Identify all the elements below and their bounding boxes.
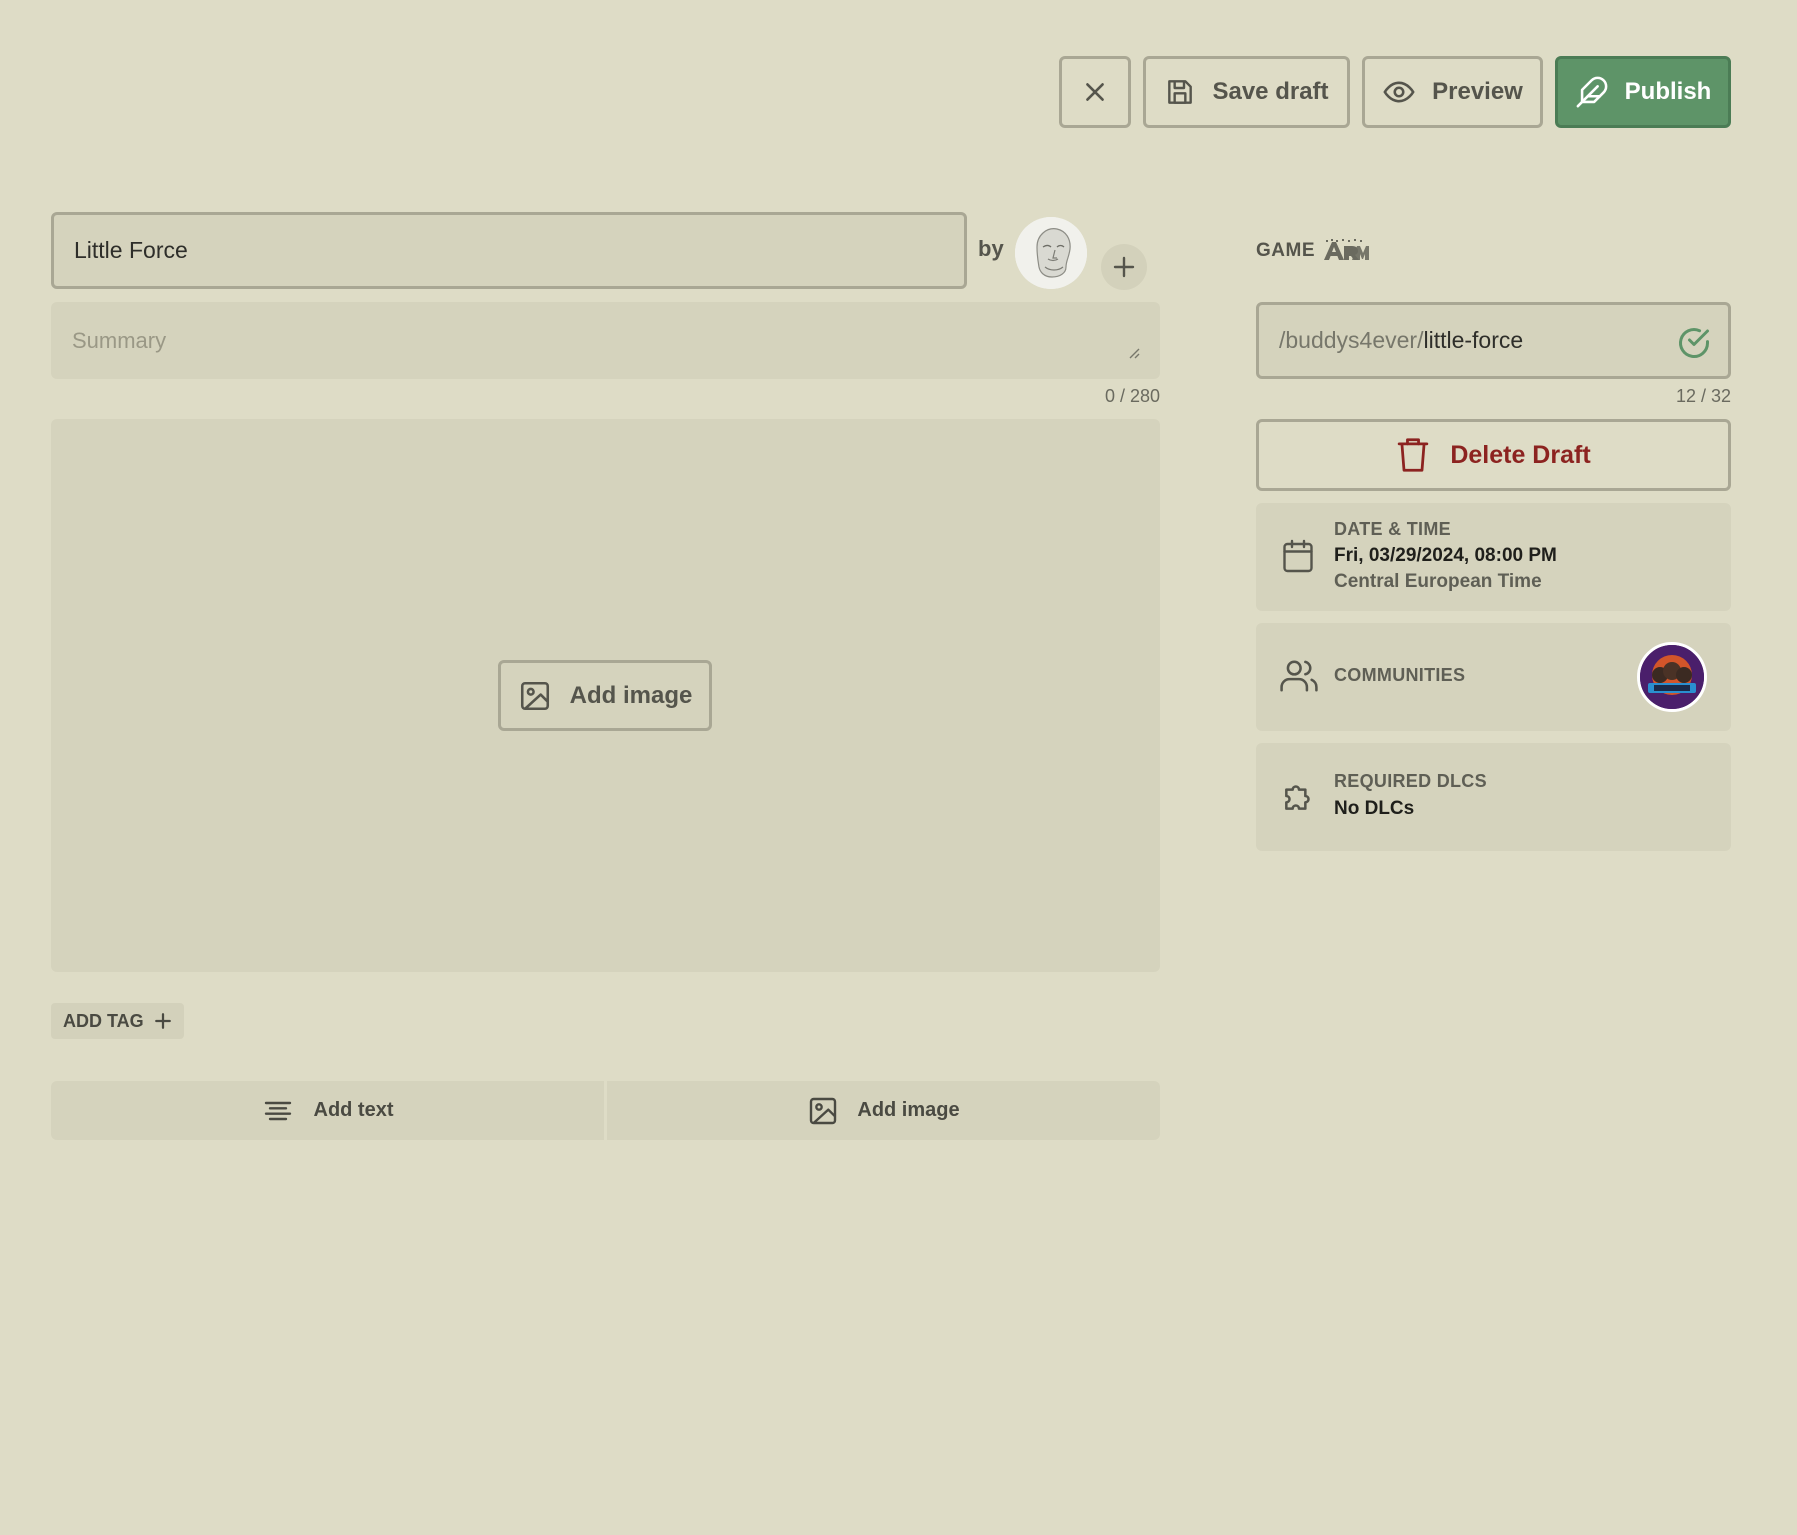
slug-value: little-force [1423,327,1524,353]
slug-input[interactable]: /buddys4ever/ little-force [1256,302,1731,379]
calendar-icon [1283,539,1313,573]
plus-icon [154,1013,171,1029]
save-icon [1168,80,1193,104]
eye-icon [1383,81,1415,103]
preview-label: Preview [1432,78,1523,105]
add-cover-image-button[interactable]: Add image [498,660,712,731]
summary-placeholder: Summary [72,327,167,353]
author-avatar[interactable] [1015,217,1087,289]
text-align-icon [264,1101,291,1120]
save-draft-button[interactable]: Save draft [1143,56,1350,128]
image-icon [810,1097,837,1124]
date-time-value: Fri, 03/29/2024, 08:00 PM [1334,545,1557,566]
plus-icon [1113,256,1135,278]
add-tag-button[interactable]: ADD TAG [51,1003,184,1039]
summary-textarea[interactable]: Summary [51,302,1160,379]
author-portrait-icon [1015,217,1087,289]
add-author-button[interactable] [1101,244,1147,290]
slug-counter: 12 / 32 [1675,386,1731,406]
communities-label: COMMUNITIES [1334,665,1466,685]
title-value: Little Force [74,237,188,263]
required-dlcs-card[interactable]: REQUIRED DLCS No DLCs [1256,743,1731,851]
close-button[interactable] [1059,56,1131,128]
publish-label: Publish [1624,78,1712,105]
community-avatar[interactable] [1637,642,1707,712]
save-draft-label: Save draft [1212,78,1329,105]
summary-counter: 0 / 280 [1104,386,1160,406]
title-input[interactable]: Little Force [51,212,967,289]
close-icon [1086,83,1104,101]
by-label: by [978,236,1004,261]
add-image-label: Add image [569,681,693,709]
delete-draft-button[interactable]: Delete Draft [1256,419,1731,491]
arma-logo-icon [1324,239,1369,260]
add-tag-label: ADD TAG [63,1010,144,1031]
delete-draft-label: Delete Draft [1450,440,1591,469]
trash-icon [1398,438,1429,472]
slug-prefix: /buddys4ever/ [1279,327,1424,353]
feather-icon [1576,76,1608,108]
communities-card[interactable]: COMMUNITIES [1256,623,1731,731]
image-icon [520,681,549,710]
preview-button[interactable]: Preview [1362,56,1543,128]
add-text-label: Add text [313,1099,394,1121]
date-time-label: DATE & TIME [1334,519,1451,539]
add-text-block-button[interactable]: Add text [51,1081,604,1140]
publish-button[interactable]: Publish [1555,56,1731,128]
timezone-value: Central European Time [1334,571,1542,592]
add-image-block-button[interactable]: Add image [607,1081,1160,1140]
resize-handle-icon[interactable] [1126,345,1140,359]
check-circle-icon [1679,328,1709,358]
add-image-block-label: Add image [857,1099,960,1121]
date-time-card[interactable]: DATE & TIME Fri, 03/29/2024, 08:00 PM Ce… [1256,503,1731,611]
community-logo-icon [1640,645,1704,709]
game-logo[interactable] [1322,238,1370,262]
game-label: GAME [1256,240,1315,261]
required-dlcs-label: REQUIRED DLCS [1334,771,1487,791]
required-dlcs-value: No DLCs [1334,798,1415,819]
puzzle-icon [1285,785,1310,810]
users-icon [1280,660,1318,692]
